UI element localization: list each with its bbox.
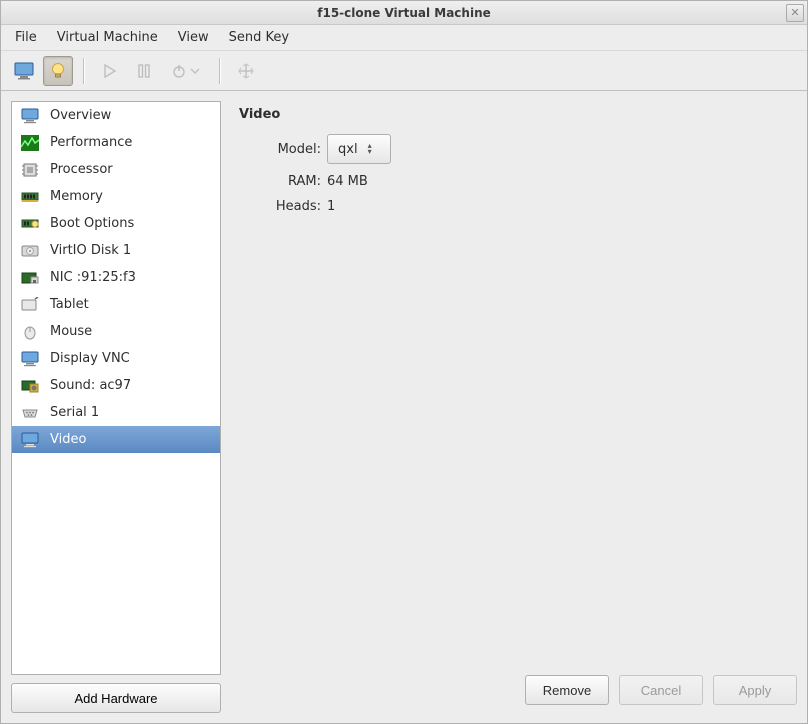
sidebar-item-label: Sound: ac97 bbox=[50, 378, 131, 393]
right-column: Video Model: qxl ▴▾ RAM: 64 MB Heads: 1 bbox=[235, 101, 797, 713]
toolbar-run-button[interactable] bbox=[95, 56, 125, 86]
toolbar-details-button[interactable] bbox=[43, 56, 73, 86]
sidebar-item-processor[interactable]: Processor bbox=[12, 156, 220, 183]
toolbar-separator bbox=[83, 58, 85, 84]
toolbar-separator-2 bbox=[219, 58, 221, 84]
sidebar-item-label: Performance bbox=[50, 135, 132, 150]
sidebar-item-boot-options[interactable]: Boot Options bbox=[12, 210, 220, 237]
sidebar-item-tablet[interactable]: Tablet bbox=[12, 291, 220, 318]
sidebar-item-video[interactable]: Video bbox=[12, 426, 220, 453]
content-area: Overview Performance Processor Memory Bo bbox=[1, 91, 807, 723]
menu-virtual-machine[interactable]: Virtual Machine bbox=[49, 27, 166, 48]
mouse-icon bbox=[20, 323, 40, 341]
menu-view[interactable]: View bbox=[170, 27, 217, 48]
sound-icon bbox=[20, 377, 40, 395]
display-icon bbox=[20, 350, 40, 368]
sidebar-item-label: Mouse bbox=[50, 324, 92, 339]
monitor-icon bbox=[20, 107, 40, 125]
tablet-icon bbox=[20, 296, 40, 314]
sidebar-item-nic[interactable]: NIC :91:25:f3 bbox=[12, 264, 220, 291]
perf-icon bbox=[20, 134, 40, 152]
serial-icon bbox=[20, 404, 40, 422]
close-icon: ✕ bbox=[790, 1, 799, 25]
apply-button[interactable]: Apply bbox=[713, 675, 797, 705]
sidebar-item-label: Display VNC bbox=[50, 351, 130, 366]
vm-details-window: f15-clone Virtual Machine ✕ File Virtual… bbox=[0, 0, 808, 724]
ram-icon bbox=[20, 188, 40, 206]
pause-icon bbox=[137, 64, 151, 78]
menu-file[interactable]: File bbox=[7, 27, 45, 48]
menubar: File Virtual Machine View Send Key bbox=[1, 25, 807, 51]
window-title: f15-clone Virtual Machine bbox=[317, 6, 491, 20]
sidebar-item-label: Tablet bbox=[50, 297, 89, 312]
sidebar-item-label: Memory bbox=[50, 189, 103, 204]
disk-icon bbox=[20, 242, 40, 260]
detail-title: Video bbox=[239, 107, 797, 122]
chevron-down-icon bbox=[190, 66, 200, 76]
power-icon bbox=[172, 64, 186, 78]
bulb-icon bbox=[49, 62, 67, 80]
sidebar-item-overview[interactable]: Overview bbox=[12, 102, 220, 129]
sidebar-item-label: Overview bbox=[50, 108, 111, 123]
titlebar: f15-clone Virtual Machine ✕ bbox=[1, 1, 807, 25]
detail-footer: Remove Cancel Apply bbox=[235, 675, 797, 713]
detail-pane: Video Model: qxl ▴▾ RAM: 64 MB Heads: 1 bbox=[235, 101, 797, 675]
sidebar-item-label: NIC :91:25:f3 bbox=[50, 270, 136, 285]
sidebar-item-memory[interactable]: Memory bbox=[12, 183, 220, 210]
heads-label: Heads: bbox=[243, 199, 321, 214]
sidebar-item-sound[interactable]: Sound: ac97 bbox=[12, 372, 220, 399]
hardware-list[interactable]: Overview Performance Processor Memory Bo bbox=[11, 101, 221, 675]
toolbar-shutdown-button[interactable] bbox=[163, 56, 209, 86]
model-value: qxl bbox=[338, 142, 358, 157]
sidebar-item-label: Boot Options bbox=[50, 216, 134, 231]
left-column: Overview Performance Processor Memory Bo bbox=[11, 101, 221, 713]
menu-send-key[interactable]: Send Key bbox=[221, 27, 297, 48]
cancel-button[interactable]: Cancel bbox=[619, 675, 703, 705]
sidebar-item-label: Video bbox=[50, 432, 86, 447]
model-combobox[interactable]: qxl ▴▾ bbox=[327, 134, 391, 164]
model-label: Model: bbox=[243, 142, 321, 157]
toolbar-fullscreen-button[interactable] bbox=[231, 56, 261, 86]
remove-button[interactable]: Remove bbox=[525, 675, 609, 705]
cpu-icon bbox=[20, 161, 40, 179]
boot-icon bbox=[20, 215, 40, 233]
updown-icon: ▴▾ bbox=[368, 143, 372, 155]
sidebar-item-label: Processor bbox=[50, 162, 113, 177]
toolbar-console-button[interactable] bbox=[9, 56, 39, 86]
monitor-icon bbox=[14, 62, 34, 80]
sidebar-item-display[interactable]: Display VNC bbox=[12, 345, 220, 372]
ram-label: RAM: bbox=[243, 174, 321, 189]
sidebar-item-serial[interactable]: Serial 1 bbox=[12, 399, 220, 426]
sidebar-item-performance[interactable]: Performance bbox=[12, 129, 220, 156]
ram-value: 64 MB bbox=[327, 174, 797, 189]
sidebar-item-label: VirtIO Disk 1 bbox=[50, 243, 131, 258]
sidebar-item-label: Serial 1 bbox=[50, 405, 99, 420]
play-icon bbox=[103, 64, 117, 78]
toolbar bbox=[1, 51, 807, 91]
heads-value: 1 bbox=[327, 199, 797, 214]
sidebar-item-disk[interactable]: VirtIO Disk 1 bbox=[12, 237, 220, 264]
window-close-button[interactable]: ✕ bbox=[786, 4, 804, 22]
add-hardware-button[interactable]: Add Hardware bbox=[11, 683, 221, 713]
toolbar-pause-button[interactable] bbox=[129, 56, 159, 86]
sidebar-item-mouse[interactable]: Mouse bbox=[12, 318, 220, 345]
nic-icon bbox=[20, 269, 40, 287]
video-icon bbox=[20, 431, 40, 449]
fullscreen-icon bbox=[238, 63, 254, 79]
